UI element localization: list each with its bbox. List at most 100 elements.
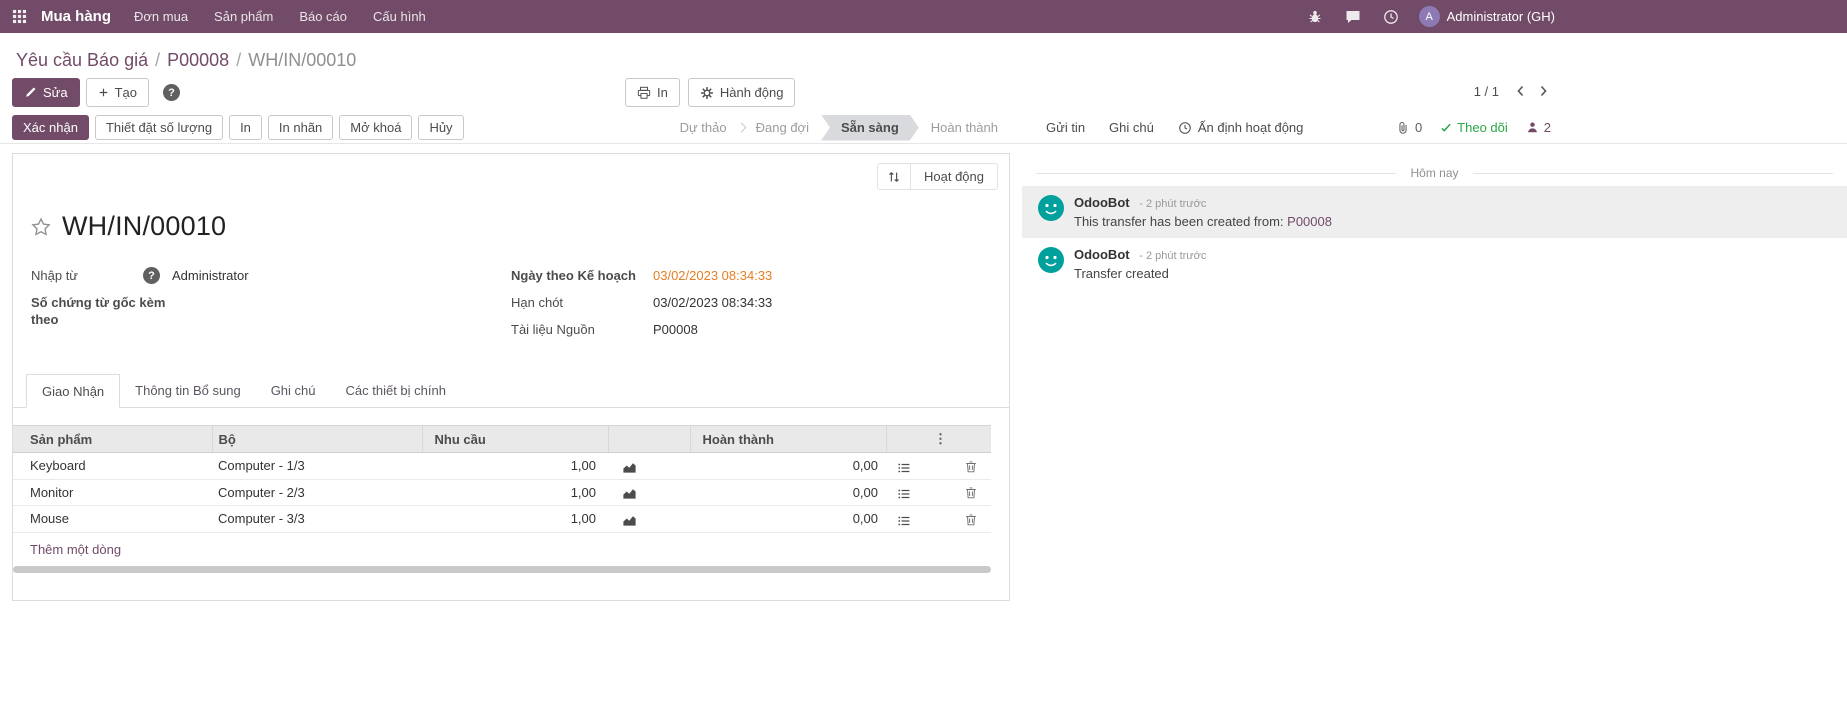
breadcrumb-link-order[interactable]: P00008 [167,50,229,71]
field-value-deadline: 03/02/2023 08:34:33 [653,295,773,310]
cell-product: Monitor [13,479,212,507]
breadcrumb-separator: / [155,50,161,70]
message-author: OdooBot [1074,247,1130,262]
help-icon[interactable]: ? [163,84,181,101]
column-header-spacer-2 [885,425,922,453]
printer-icon [637,86,651,100]
followers-count: 2 [1543,120,1551,135]
forecast-chart-icon[interactable] [622,486,637,501]
activity-button[interactable]: Hoạt động [877,163,998,190]
app-name[interactable]: Mua hàng [39,0,121,33]
print-button-label: In [657,85,668,100]
chat-bubble-icon[interactable] [1334,0,1372,33]
message: OdooBot - 2 phút trước This transfer has… [1022,186,1847,238]
follow-button[interactable]: Theo dõi [1440,120,1508,135]
table-row[interactable]: Monitor Computer - 2/3 1,00 0,00 [13,479,991,507]
column-header-set[interactable]: Bộ [211,425,422,453]
pager-next-button[interactable] [1533,81,1553,101]
status-step-draft[interactable]: Dự thảo [668,115,739,141]
odoobot-avatar [1038,195,1064,221]
statusbar-row: Xác nhận Thiết đặt số lượng In In nhãn M… [0,112,1847,144]
field-label-scheduled-date: Ngày theo Kế hoạch [511,268,636,283]
cell-set: Computer - 2/3 [212,479,422,507]
action-button[interactable]: Hành động [687,78,796,107]
breadcrumb-link-rfq[interactable]: Yêu cầu Báo giá [16,50,148,71]
status-step-waiting[interactable]: Đang đợi [744,115,821,141]
create-button[interactable]: Tạo [85,78,150,107]
menu-configuration[interactable]: Cấu hình [360,0,439,33]
menu-products[interactable]: Sản phẩm [201,0,286,33]
message-body: This transfer has been created from: P00… [1074,214,1332,229]
detailed-operations-icon[interactable] [897,487,911,501]
print-labels-button[interactable]: In nhãn [267,115,334,140]
detailed-operations-icon[interactable] [897,514,911,528]
status-step-ready[interactable]: Sẵn sàng [821,115,919,141]
status-step-done[interactable]: Hoàn thành [919,115,1010,141]
cell-set: Computer - 3/3 [212,505,422,533]
star-icon[interactable] [31,216,51,237]
trash-icon[interactable] [964,460,978,474]
cell-demand: 1,00 [422,479,608,507]
bug-icon[interactable] [1296,0,1334,33]
gear-icon [700,86,714,100]
print-picking-button[interactable]: In [229,115,262,140]
tab-main-devices[interactable]: Các thiết bị chính [331,374,461,408]
log-note-button[interactable]: Ghi chú [1109,120,1154,135]
add-line-button[interactable]: Thêm một dòng [30,542,121,557]
horizontal-scrollbar[interactable] [13,565,991,573]
clock-icon [1178,121,1192,135]
avatar[interactable]: A [1418,6,1440,27]
message-body: Transfer created [1074,266,1206,281]
cancel-button[interactable]: Hủy [418,115,464,140]
trash-icon[interactable] [964,513,978,527]
apps-menu-icon[interactable] [0,0,39,33]
attachments-button[interactable]: 0 [1396,120,1422,135]
odoobot-avatar [1038,247,1064,273]
forecast-chart-icon[interactable] [622,460,637,475]
menu-purchase-orders[interactable]: Đơn mua [121,0,201,33]
tab-note[interactable]: Ghi chú [256,374,331,408]
message-record-link[interactable]: P00008 [1287,214,1332,229]
cell-product: Keyboard [13,452,212,480]
status-pipeline: Dự thảo Đang đợi Sẵn sàng Hoàn thành [668,115,1010,141]
unlock-button[interactable]: Mở khoá [339,115,413,140]
column-header-demand[interactable]: Nhu cầu [421,425,608,453]
form-sheet: Hoạt động WH/IN/00010 Nhập từ ? Administ… [12,153,1010,601]
send-message-button[interactable]: Gửi tin [1046,120,1085,135]
schedule-activity-button[interactable]: Ấn định hoạt động [1178,120,1303,135]
pencil-icon [24,86,37,99]
column-header-done[interactable]: Hoàn thành [689,425,886,453]
followers-button[interactable]: 2 [1526,120,1551,135]
top-navbar: Mua hàng Đơn mua Sản phẩm Báo cáo Cấu hì… [0,0,1847,33]
pager-previous-button[interactable] [1511,81,1531,101]
day-divider: Hôm nay [1036,166,1833,180]
print-button[interactable]: In [625,78,680,107]
breadcrumb-separator: / [236,50,242,70]
check-icon [1440,122,1452,134]
column-header-product[interactable]: Sản phẩm [13,425,212,453]
field-label-source-document: Tài liệu Nguồn [511,322,595,337]
edit-button[interactable]: Sửa [12,78,80,107]
attachments-count: 0 [1414,120,1423,135]
sort-icon [878,164,911,189]
main-content: Hoạt động WH/IN/00010 Nhập từ ? Administ… [0,144,1847,601]
paperclip-icon [1396,121,1410,135]
forecast-chart-icon[interactable] [622,513,637,528]
options-icon[interactable]: ⋮ [934,431,947,446]
chatter-toolbar: Gửi tin Ghi chú Ấn định hoạt động 0 Theo… [1022,120,1567,135]
form-column: Hoạt động WH/IN/00010 Nhập từ ? Administ… [0,144,1022,601]
detailed-operations-icon[interactable] [897,461,911,475]
trash-icon[interactable] [964,486,978,500]
clock-icon[interactable] [1372,0,1410,33]
table-row[interactable]: Mouse Computer - 3/3 1,00 0,00 [13,505,991,533]
field-label-source-documents: Số chứng từ gốc kèm theo [31,295,166,327]
message: OdooBot - 2 phút trước Transfer created [1022,238,1847,290]
confirm-button[interactable]: Xác nhận [12,115,89,140]
table-row[interactable]: Keyboard Computer - 1/3 1,00 0,00 [13,452,991,480]
user-menu[interactable]: Administrator (GH) [1447,0,1567,33]
menu-reporting[interactable]: Báo cáo [286,0,360,33]
field-label-receive-from: Nhập từ [31,268,79,283]
tab-operations[interactable]: Giao Nhận [26,374,121,408]
tab-additional-info[interactable]: Thông tin Bổ sung [120,374,256,408]
set-quantities-button[interactable]: Thiết đặt số lượng [94,115,224,140]
